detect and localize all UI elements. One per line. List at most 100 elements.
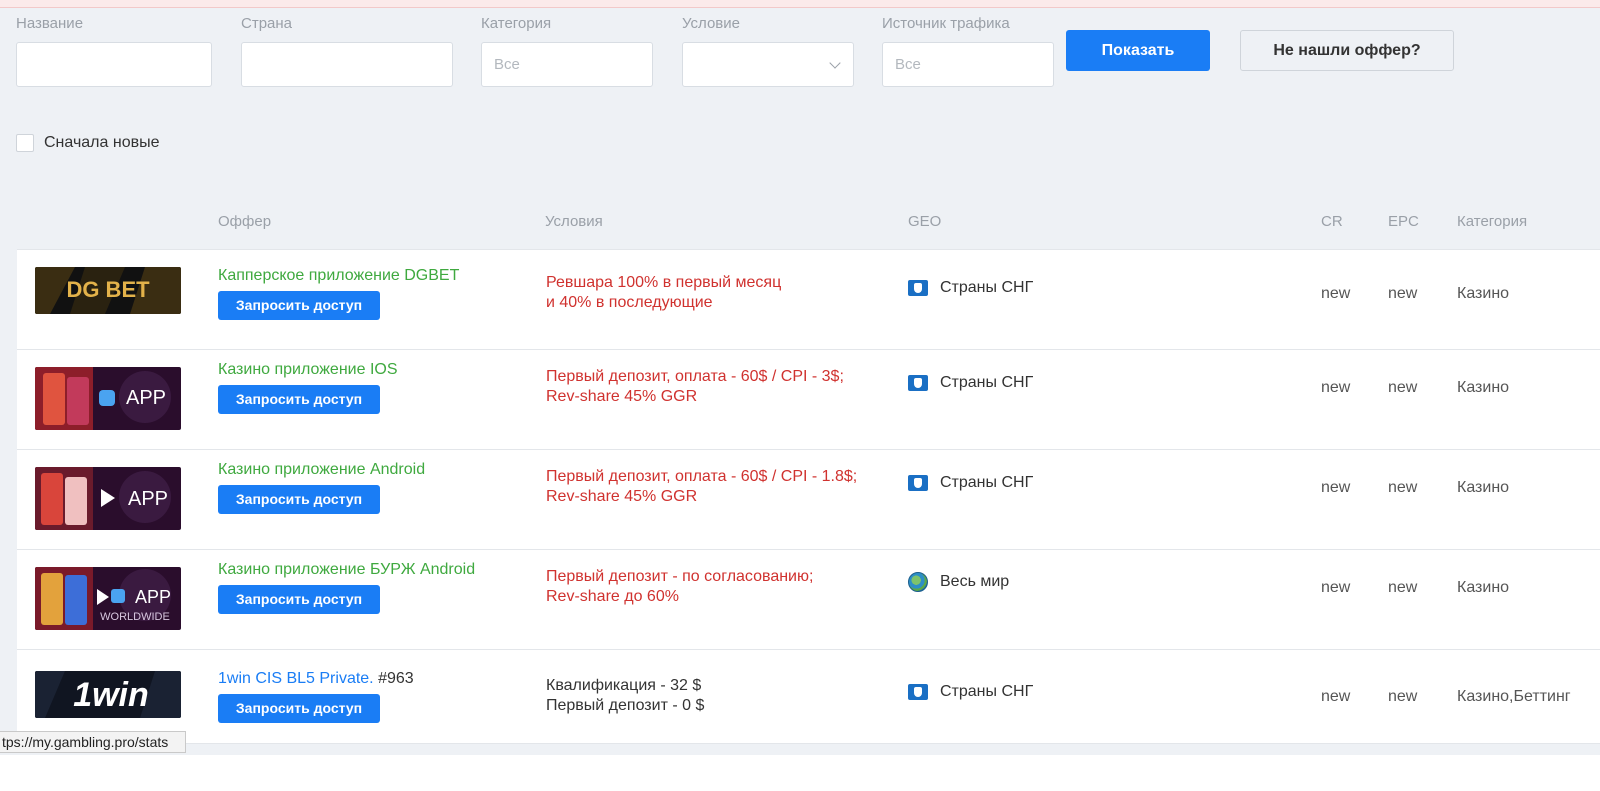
name-input-field[interactable] — [29, 43, 199, 86]
page-bottom — [0, 755, 1600, 791]
geo-cell: Страны СНГ — [908, 374, 1033, 392]
condition-line: Первый депозит, оплата - 60$ / CPI - 3$; — [546, 368, 844, 385]
table-row: DG BET Капперское приложение DGBET Запро… — [17, 250, 1600, 350]
header-epc[interactable]: EPC — [1388, 213, 1419, 230]
newest-first-option[interactable]: Сначала новые — [16, 133, 159, 153]
request-access-button[interactable]: Запросить доступ — [218, 385, 380, 414]
epc-value: new — [1388, 688, 1418, 705]
1win-logo[interactable]: 1win — [35, 671, 181, 718]
error-strip — [0, 0, 1600, 8]
table-row: APP Казино приложение Android Запросить … — [17, 450, 1600, 550]
condition-line: Rev-share 45% GGR — [546, 388, 698, 405]
link-status-tooltip: tps://my.gambling.pro/stats — [0, 731, 186, 753]
dgbet-logo[interactable]: DG BET — [35, 267, 181, 314]
cr-value: new — [1321, 479, 1351, 496]
chevron-down-icon — [829, 57, 841, 69]
name-filter: Название — [16, 14, 212, 87]
epc-value: new — [1388, 285, 1418, 302]
geo-cell: Страны СНГ — [908, 474, 1033, 492]
cis-flag-icon — [908, 280, 928, 296]
geo-label: Весь мир — [940, 573, 1010, 590]
app-banner-text: APP — [135, 587, 171, 607]
offer-name[interactable]: Капперское приложение DGBET — [218, 267, 459, 285]
offer-name-link[interactable]: Казино приложение IOS — [218, 361, 398, 378]
request-access-button[interactable]: Запросить доступ — [218, 585, 380, 614]
category-value: Казино — [1457, 479, 1510, 496]
condition-line: Ревшара 100% в первый месяц — [546, 274, 782, 291]
header-offer[interactable]: Оффер — [218, 213, 271, 230]
condition-line: Первый депозит, оплата - 60$ / CPI - 1.8… — [546, 468, 858, 485]
epc-value: new — [1388, 379, 1418, 396]
geo-label: Страны СНГ — [940, 279, 1034, 296]
app-banner-text: APP — [126, 387, 166, 409]
cr-value: new — [1321, 579, 1351, 596]
worldwide-app-banner[interactable]: APP WORLDWIDE — [35, 567, 181, 630]
condition-line: Первый депозит - 0 $ — [546, 697, 705, 714]
offer-conditions: Первый депозит, оплата - 60$ / CPI - 3$;… — [546, 367, 844, 407]
epc-value: new — [1388, 479, 1418, 496]
offer-name[interactable]: 1win CIS BL5 Private. #963 — [218, 670, 414, 688]
offer-conditions: Квалификация - 32 $ Первый депозит - 0 $ — [546, 676, 704, 716]
category-value: Казино — [1457, 379, 1510, 396]
cis-flag-icon — [908, 684, 928, 700]
table-header: Оффер Условия GEO CR EPC Категория — [0, 213, 1600, 233]
cr-value: new — [1321, 285, 1351, 302]
app-store-banner[interactable]: APP — [35, 367, 181, 430]
header-cr[interactable]: CR — [1321, 213, 1343, 230]
category-filter: Категория Все — [481, 14, 653, 87]
name-filter-label: Название — [16, 15, 84, 32]
offer-name[interactable]: Казино приложение IOS — [218, 361, 398, 379]
category-value: Казино,Беттинг — [1457, 688, 1571, 705]
condition-select[interactable] — [682, 42, 854, 87]
google-play-banner[interactable]: APP — [35, 467, 181, 530]
condition-line: Rev-share до 60% — [546, 588, 679, 605]
category-filter-label: Категория — [481, 15, 552, 32]
geo-cell: Страны СНГ — [908, 279, 1033, 297]
cr-value: new — [1321, 379, 1351, 396]
newest-first-checkbox[interactable] — [16, 134, 34, 152]
request-access-button[interactable]: Запросить доступ — [218, 291, 380, 320]
cis-flag-icon — [908, 375, 928, 391]
country-input-field[interactable] — [254, 43, 440, 86]
app-banner-text: APP — [128, 488, 168, 510]
offer-name[interactable]: Казино приложение БУРЖ Android — [218, 561, 475, 579]
dgbet-logo-text: DG BET — [66, 277, 150, 302]
offer-name[interactable]: Казино приложение Android — [218, 461, 425, 479]
condition-line: Первый депозит - по согласованию; — [546, 568, 814, 585]
traffic-source-label: Источник трафика — [882, 15, 1010, 32]
country-input[interactable] — [241, 42, 453, 87]
offer-id: #963 — [378, 670, 414, 687]
request-access-button[interactable]: Запросить доступ — [218, 694, 380, 723]
category-value: Казино — [1457, 579, 1510, 596]
offers-table: DG BET Капперское приложение DGBET Запро… — [17, 249, 1600, 744]
offer-name-link[interactable]: Капперское приложение DGBET — [218, 267, 459, 284]
offer-name-link[interactable]: Казино приложение Android — [218, 461, 425, 478]
condition-filter: Условие — [682, 14, 854, 87]
cr-value: new — [1321, 688, 1351, 705]
traffic-source-select[interactable]: Все — [882, 42, 1054, 87]
worldwide-text: WORLDWIDE — [100, 611, 170, 623]
offer-conditions: Первый депозит - по согласованию; Rev-sh… — [546, 567, 813, 607]
offer-name-link[interactable]: 1win CIS BL5 Private. — [218, 670, 374, 687]
offer-conditions: Первый депозит, оплата - 60$ / CPI - 1.8… — [546, 467, 857, 507]
newest-first-label: Сначала новые — [44, 134, 160, 151]
cis-flag-icon — [908, 475, 928, 491]
offer-name-link[interactable]: Казино приложение БУРЖ Android — [218, 561, 475, 578]
show-button[interactable]: Показать — [1066, 30, 1210, 71]
name-input[interactable] — [16, 42, 212, 87]
category-placeholder: Все — [494, 56, 520, 73]
table-row: 1win 1win CIS BL5 Private. #963 Запросит… — [17, 650, 1600, 744]
request-access-button[interactable]: Запросить доступ — [218, 485, 380, 514]
epc-value: new — [1388, 579, 1418, 596]
geo-label: Страны СНГ — [940, 474, 1034, 491]
table-row: APP WORLDWIDE Казино приложение БУРЖ And… — [17, 550, 1600, 650]
not-found-offer-button[interactable]: Не нашли оффер? — [1240, 30, 1454, 71]
condition-filter-label: Условие — [682, 15, 740, 32]
condition-line: и 40% в последующие — [546, 294, 713, 311]
category-select[interactable]: Все — [481, 42, 653, 87]
geo-cell: Весь мир — [908, 572, 1009, 592]
country-filter: Страна — [241, 14, 453, 87]
category-value: Казино — [1457, 285, 1510, 302]
traffic-source-placeholder: Все — [895, 56, 921, 73]
globe-icon — [908, 572, 928, 592]
